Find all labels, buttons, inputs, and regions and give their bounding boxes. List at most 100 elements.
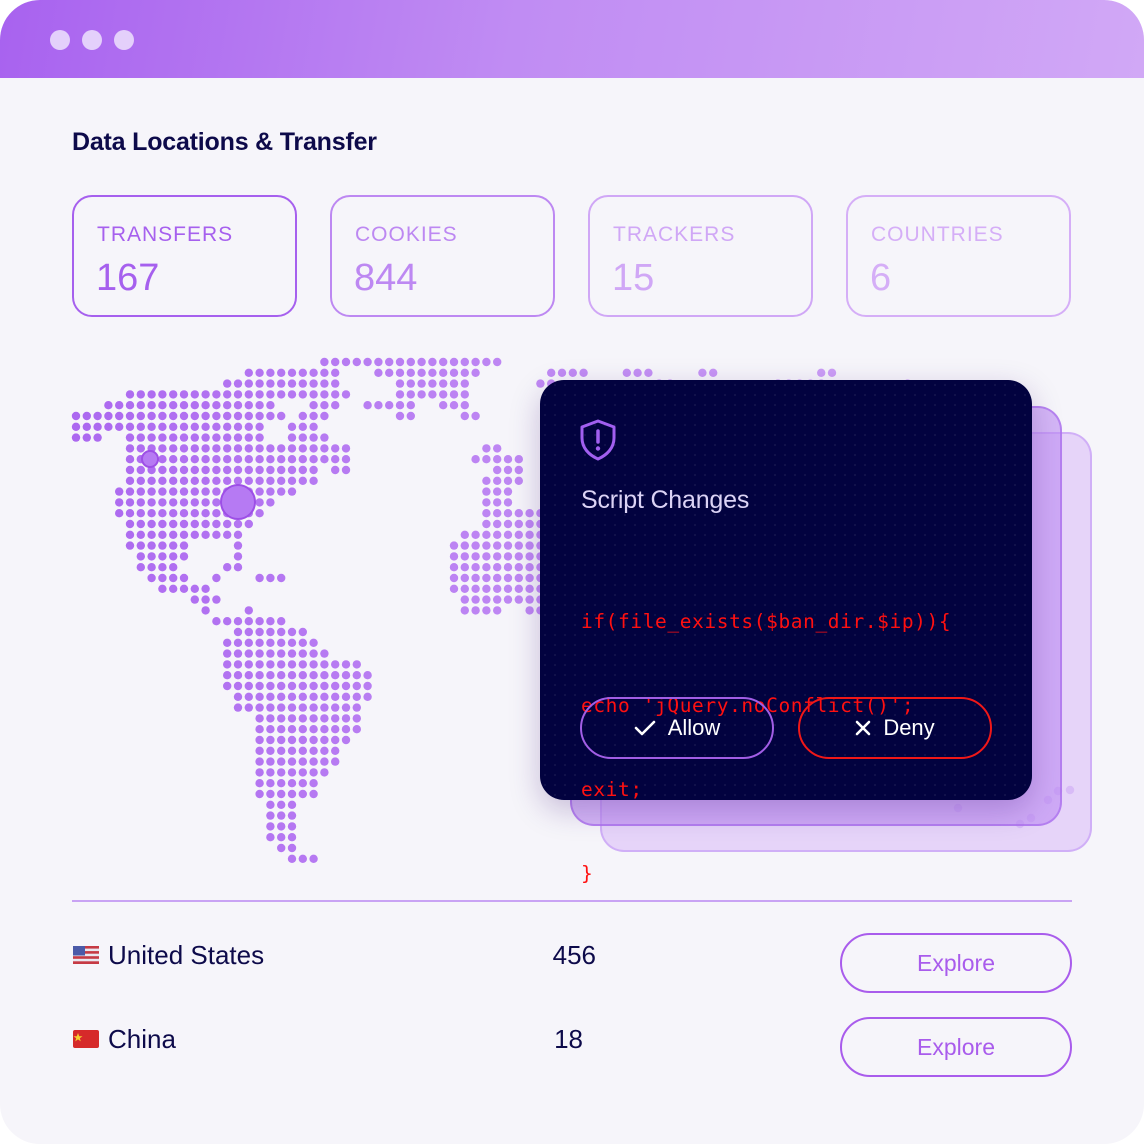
map-dot xyxy=(169,422,178,431)
map-dot xyxy=(341,660,351,669)
central-us-marker[interactable] xyxy=(220,484,256,520)
map-dot xyxy=(223,617,232,626)
map-dot xyxy=(298,455,307,464)
map-dot xyxy=(428,390,437,399)
explore-button[interactable]: Explore xyxy=(840,1017,1072,1077)
map-dot xyxy=(125,455,135,464)
map-dot xyxy=(266,779,275,788)
map-dot xyxy=(309,465,318,475)
stat-card-countries[interactable]: COUNTRIES 6 xyxy=(846,195,1071,317)
map-dot xyxy=(255,455,264,464)
stat-card-cookies[interactable]: COOKIES 844 xyxy=(330,195,555,317)
map-dot xyxy=(352,692,361,701)
map-dot xyxy=(277,833,286,842)
map-dot xyxy=(309,746,318,755)
map-dot xyxy=(212,422,221,431)
map-dot xyxy=(223,433,232,442)
map-dot xyxy=(104,411,113,421)
code-line: if(file_exists($ban_dir.$ip)){ xyxy=(581,610,952,633)
map-dot xyxy=(449,573,459,583)
window-dot-icon[interactable] xyxy=(114,30,134,50)
map-dot xyxy=(460,411,469,421)
map-dot xyxy=(514,519,523,529)
map-dot xyxy=(244,368,253,377)
map-dot xyxy=(482,487,491,496)
map-dot xyxy=(201,509,210,518)
map-dot xyxy=(341,735,351,745)
map-dot xyxy=(233,379,243,388)
map-dot xyxy=(233,649,243,658)
map-dot xyxy=(147,519,156,529)
dialog-title: Script Changes xyxy=(581,486,750,514)
map-dot xyxy=(190,519,199,529)
window-dot-icon[interactable] xyxy=(50,30,70,50)
map-dot xyxy=(277,714,286,723)
map-dot xyxy=(223,638,232,647)
map-dot xyxy=(525,552,534,561)
map-dot xyxy=(158,465,167,475)
map-dot xyxy=(82,422,92,431)
map-dot xyxy=(255,779,264,788)
map-dot xyxy=(169,487,178,496)
map-dot xyxy=(493,606,502,615)
map-dot xyxy=(817,368,826,377)
map-dot xyxy=(460,541,469,550)
page-title: Data Locations & Transfer xyxy=(72,128,377,156)
map-dot xyxy=(309,703,318,712)
map-dot xyxy=(331,455,340,464)
west-coast-marker[interactable] xyxy=(141,450,159,468)
map-dot xyxy=(233,638,243,647)
map-dot xyxy=(352,725,361,734)
map-dot xyxy=(277,573,286,583)
map-dot xyxy=(136,509,145,518)
window-dot-icon[interactable] xyxy=(82,30,102,50)
map-dot xyxy=(255,789,264,799)
map-dot xyxy=(125,433,135,442)
map-dot xyxy=(287,822,297,831)
map-dot xyxy=(493,509,502,518)
stat-card-transfers[interactable]: TRANSFERS 167 xyxy=(72,195,297,317)
map-dot xyxy=(460,606,469,615)
map-dot xyxy=(309,638,318,647)
map-dot xyxy=(471,552,480,561)
allow-button[interactable]: Allow xyxy=(580,697,774,759)
map-dot xyxy=(223,390,232,399)
map-dot xyxy=(158,519,167,529)
map-dot xyxy=(244,401,253,410)
map-dot xyxy=(169,401,178,410)
explore-button[interactable]: Explore xyxy=(840,933,1072,993)
map-dot xyxy=(460,379,469,388)
map-dot xyxy=(136,433,145,442)
map-dot xyxy=(331,660,340,669)
map-dot xyxy=(406,411,415,421)
country-name: China xyxy=(108,1024,176,1054)
map-dot xyxy=(493,487,502,496)
map-dot xyxy=(277,681,286,691)
deny-button[interactable]: Deny xyxy=(798,697,992,759)
map-dot xyxy=(223,649,232,658)
map-dot xyxy=(331,746,340,755)
map-dot xyxy=(266,833,275,842)
map-dot xyxy=(395,357,405,367)
map-dot xyxy=(255,368,264,377)
map-dot xyxy=(179,530,189,539)
stat-card-trackers[interactable]: TRACKERS 15 xyxy=(588,195,813,317)
script-changes-dialog: Script Changes if(file_exists($ban_dir.$… xyxy=(540,380,1032,885)
map-dot xyxy=(266,498,275,507)
map-dot xyxy=(158,433,167,442)
map-dot xyxy=(482,476,491,485)
map-dot xyxy=(179,519,189,529)
code-line: } xyxy=(581,862,594,885)
map-dot xyxy=(169,530,178,539)
country-name: United States xyxy=(108,940,265,970)
map-dot xyxy=(255,638,264,647)
country-count: 456 xyxy=(552,940,596,970)
map-dot xyxy=(255,509,264,518)
map-dot xyxy=(125,519,135,529)
map-dot xyxy=(287,692,297,701)
code-line: exit; xyxy=(581,778,643,801)
map-dot xyxy=(266,768,275,777)
map-dot xyxy=(233,530,243,539)
map-dot xyxy=(179,487,189,496)
map-dot xyxy=(125,530,135,539)
